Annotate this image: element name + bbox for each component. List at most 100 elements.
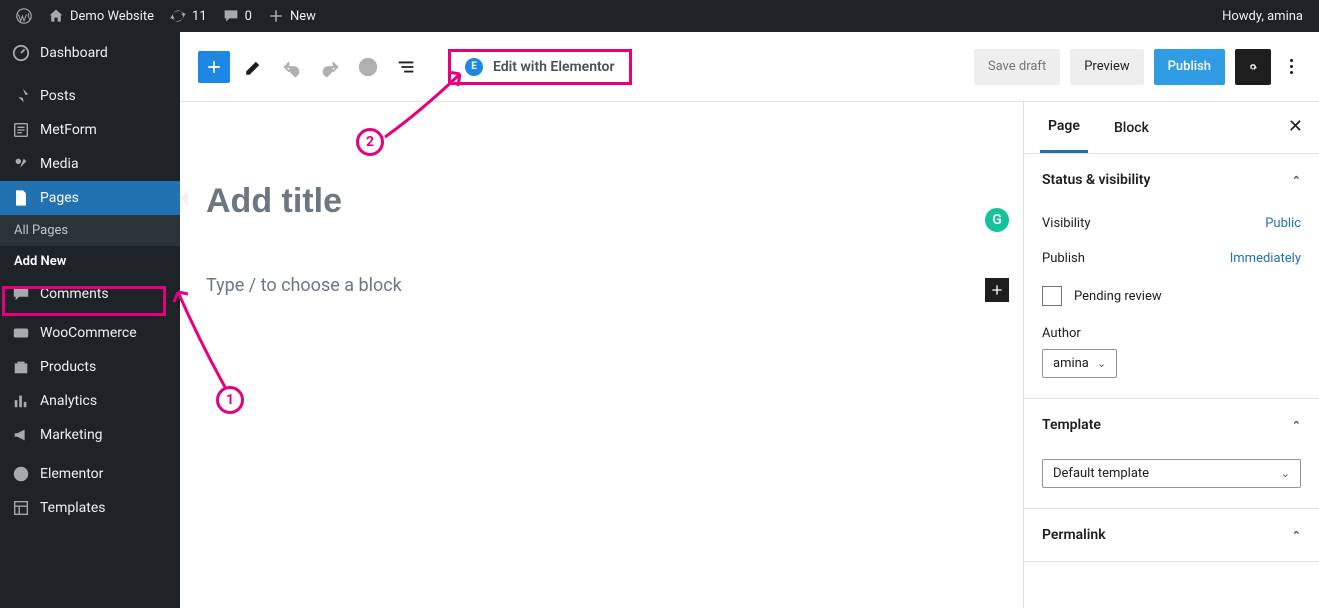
pin-icon <box>12 87 30 105</box>
inspector-tabs: Page Block ✕ <box>1024 102 1319 154</box>
sidebar-item-posts[interactable]: Posts <box>0 79 180 113</box>
inline-add-block-button[interactable] <box>985 278 1009 302</box>
block-placeholder[interactable]: Type / to choose a block <box>206 275 997 296</box>
sidebar-label-marketing: Marketing <box>40 427 103 443</box>
sidebar-item-pages[interactable]: Pages <box>0 181 180 215</box>
status-visibility-panel: Status & visibility ⌃ Visibility Public … <box>1024 154 1319 399</box>
visibility-value[interactable]: Public <box>1265 216 1301 231</box>
gear-icon <box>1249 58 1257 76</box>
sidebar-label-products: Products <box>40 359 96 375</box>
publish-button[interactable]: Publish <box>1154 49 1225 85</box>
comments-count: 0 <box>245 9 252 24</box>
publish-label: Publish <box>1042 251 1230 266</box>
pages-icon <box>12 189 30 207</box>
submenu-all-pages[interactable]: All Pages <box>0 215 180 246</box>
preview-button[interactable]: Preview <box>1070 49 1143 85</box>
chevron-up-icon: ⌃ <box>1292 529 1301 542</box>
sidebar-label-posts: Posts <box>40 88 76 104</box>
sidebar-item-elementor[interactable]: Elementor <box>0 457 180 491</box>
plus-icon <box>989 282 1005 298</box>
chevron-up-icon: ⌃ <box>1292 419 1301 432</box>
close-inspector-button[interactable]: ✕ <box>1288 116 1303 137</box>
redo-button[interactable] <box>316 53 344 81</box>
howdy-text: Howdy, amina <box>1222 9 1303 24</box>
sidebar-label-dashboard: Dashboard <box>40 45 108 61</box>
save-draft-button[interactable]: Save draft <box>974 49 1060 85</box>
add-block-button[interactable] <box>198 51 230 83</box>
sidebar-label-templates: Templates <box>40 500 106 516</box>
chevron-up-icon: ⌃ <box>1292 174 1301 187</box>
author-label: Author <box>1042 316 1301 341</box>
elementor-icon <box>12 465 30 483</box>
plus-icon <box>268 8 284 24</box>
undo-button[interactable] <box>278 53 306 81</box>
chevron-down-icon: ⌄ <box>1281 467 1290 480</box>
comment-icon <box>223 8 239 24</box>
sidebar-item-products[interactable]: Products <box>0 350 180 384</box>
template-panel: Template ⌃ Default template ⌄ <box>1024 399 1319 509</box>
site-title: Demo Website <box>70 9 154 24</box>
sidebar-item-marketing[interactable]: Marketing <box>0 418 180 452</box>
comments-icon <box>12 285 30 303</box>
page-title-input[interactable] <box>206 182 997 221</box>
template-select[interactable]: Default template ⌄ <box>1042 459 1301 488</box>
template-panel-toggle[interactable]: Template ⌃ <box>1024 399 1319 451</box>
sidebar-item-woocommerce[interactable]: WooCommerce <box>0 316 180 350</box>
sidebar-label-metform: MetForm <box>40 122 97 138</box>
editor-canvas[interactable]: Type / to choose a block G <box>180 102 1023 608</box>
details-button[interactable] <box>354 53 382 81</box>
panel-title: Status & visibility <box>1042 172 1150 188</box>
publish-value[interactable]: Immediately <box>1230 251 1301 266</box>
annotation-marker-2: 2 <box>356 128 384 156</box>
options-button[interactable] <box>1281 59 1301 74</box>
author-select[interactable]: amina ⌄ <box>1042 349 1117 378</box>
outline-button[interactable] <box>392 53 420 81</box>
settings-inspector: Page Block ✕ Status & visibility ⌃ Visib… <box>1023 102 1319 608</box>
products-icon <box>12 358 30 376</box>
comments-link[interactable]: 0 <box>215 0 260 32</box>
howdy-link[interactable]: Howdy, amina <box>1214 0 1311 32</box>
sidebar-item-dashboard[interactable]: Dashboard <box>0 32 180 74</box>
pending-review-checkbox[interactable] <box>1042 286 1062 306</box>
home-icon <box>48 8 64 24</box>
elementor-button-label: Edit with Elementor <box>493 59 615 75</box>
chevron-down-icon: ⌄ <box>1097 357 1106 370</box>
sidebar-item-comments[interactable]: Comments <box>0 277 180 311</box>
list-icon <box>395 56 417 78</box>
megaphone-icon <box>12 426 30 444</box>
tools-edit-button[interactable] <box>240 53 268 81</box>
submenu-add-new[interactable]: Add New <box>0 246 180 277</box>
panel-title: Template <box>1042 417 1101 433</box>
sidebar-label-pages: Pages <box>40 190 79 206</box>
permalink-panel-toggle[interactable]: Permalink ⌃ <box>1024 509 1319 561</box>
wp-logo[interactable] <box>8 0 40 32</box>
sidebar-label-analytics: Analytics <box>40 393 97 409</box>
admin-sidebar: Dashboard Posts MetForm Media Pages All … <box>0 32 180 608</box>
tab-block[interactable]: Block <box>1106 104 1157 152</box>
templates-icon <box>12 499 30 517</box>
grammarly-badge[interactable]: G <box>985 208 1009 232</box>
sidebar-item-analytics[interactable]: Analytics <box>0 384 180 418</box>
updates-link[interactable]: 11 <box>162 0 215 32</box>
sidebar-label-woocommerce: WooCommerce <box>40 325 137 341</box>
permalink-panel: Permalink ⌃ <box>1024 509 1319 562</box>
dashboard-icon <box>12 44 30 62</box>
tab-page[interactable]: Page <box>1040 102 1088 153</box>
visibility-label: Visibility <box>1042 216 1265 231</box>
edit-with-elementor-button[interactable]: E Edit with Elementor <box>448 49 632 85</box>
template-value: Default template <box>1053 466 1149 481</box>
author-value: amina <box>1053 356 1089 371</box>
sidebar-label-elementor: Elementor <box>40 466 103 482</box>
woo-icon <box>12 324 30 342</box>
settings-button[interactable] <box>1235 49 1271 85</box>
pencil-icon <box>243 56 265 78</box>
site-name-link[interactable]: Demo Website <box>40 0 162 32</box>
sidebar-item-media[interactable]: Media <box>0 147 180 181</box>
sidebar-item-metform[interactable]: MetForm <box>0 113 180 147</box>
editor-region: E Edit with Elementor Save draft Preview… <box>180 32 1319 608</box>
status-visibility-toggle[interactable]: Status & visibility ⌃ <box>1024 154 1319 206</box>
new-content-link[interactable]: New <box>260 0 324 32</box>
analytics-icon <box>12 392 30 410</box>
elementor-badge-icon: E <box>465 58 483 76</box>
sidebar-item-templates[interactable]: Templates <box>0 491 180 525</box>
